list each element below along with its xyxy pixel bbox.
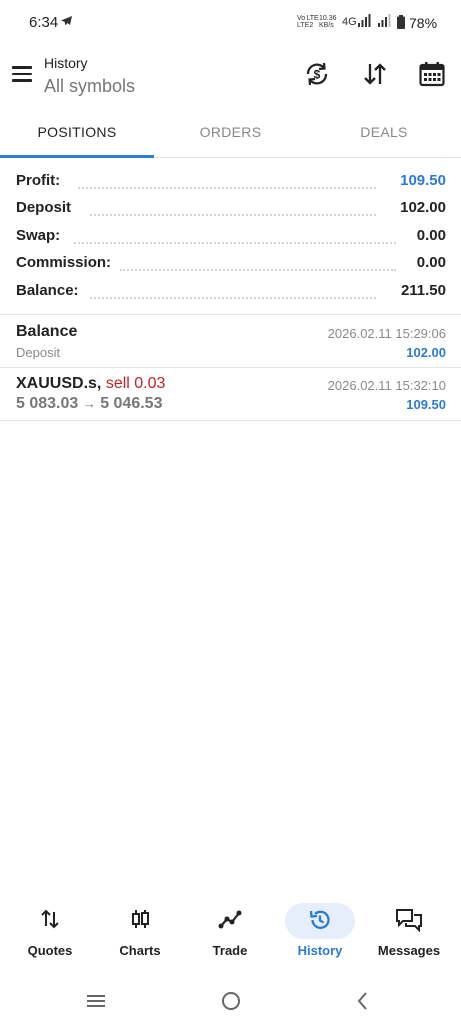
record-symbol: XAUUSD.s,	[16, 375, 102, 392]
quotes-arrows-icon	[41, 909, 59, 929]
status-time: 6:34	[29, 14, 59, 31]
battery-icon	[397, 15, 405, 34]
summary-deposit: Deposit 102.00	[16, 199, 446, 221]
data-rate: 10.36 KB/s	[319, 15, 337, 29]
summary-value: 109.50	[400, 172, 446, 189]
page-title: History	[44, 55, 88, 71]
tab-orders[interactable]: ORDERS	[154, 124, 307, 156]
recent-apps-icon	[87, 995, 105, 1007]
signal-icon	[358, 14, 372, 32]
record-datetime: 2026.02.11 15:29:06	[327, 326, 446, 341]
nav-label: Quotes	[27, 943, 73, 958]
history-record-deposit[interactable]: Balance Deposit 2026.02.11 15:29:06 102.…	[0, 315, 461, 367]
record-symbol-line: XAUUSD.s, sell 0.03	[16, 375, 165, 393]
tab-positions[interactable]: POSITIONS	[0, 124, 154, 156]
candlestick-icon	[132, 910, 149, 928]
network-type: 4G	[342, 16, 357, 28]
menu-button[interactable]	[12, 66, 32, 82]
currency-refresh-button[interactable]: $	[303, 60, 331, 88]
home-circle-icon	[222, 992, 240, 1010]
summary-label: Swap:	[16, 227, 61, 244]
summary-value: 0.00	[416, 227, 446, 244]
open-price: 5 083.03	[16, 395, 79, 412]
history-clock-icon	[309, 910, 330, 929]
svg-text:$: $	[314, 68, 321, 82]
summary-value: 211.50	[400, 282, 446, 299]
back-button[interactable]	[353, 988, 373, 1014]
nav-history[interactable]: History	[280, 900, 360, 970]
summary-label: Deposit	[16, 199, 72, 216]
summary-balance: Balance: 211.50	[16, 282, 446, 304]
nav-label: History	[297, 943, 343, 958]
telegram-icon	[60, 14, 73, 32]
nav-label: Charts	[119, 943, 161, 958]
record-datetime: 2026.02.11 15:32:10	[327, 378, 446, 393]
home-button[interactable]	[219, 988, 243, 1014]
record-amount: 109.50	[406, 397, 446, 412]
summary-label: Commission:	[16, 254, 112, 271]
summary-label: Profit:	[16, 172, 61, 189]
calendar-icon	[419, 62, 445, 87]
close-price: 5 046.53	[100, 395, 163, 412]
symbol-filter[interactable]: All symbols	[44, 76, 135, 97]
summary-value: 102.00	[400, 199, 446, 216]
summary-profit: Profit: 109.50	[16, 172, 446, 194]
nav-label: Messages	[377, 943, 441, 958]
record-title: Balance	[16, 323, 78, 340]
nav-charts[interactable]: Charts	[100, 900, 180, 970]
sort-icon	[364, 63, 386, 85]
sort-button[interactable]	[361, 60, 389, 88]
price-arrow: →	[82, 396, 96, 411]
summary-swap: Swap: 0.00	[16, 227, 446, 249]
divider	[0, 420, 461, 421]
record-side: sell 0.03	[105, 375, 166, 392]
signal-icon	[378, 14, 392, 32]
record-subtitle: Deposit	[16, 345, 61, 360]
summary-commission: Commission: 0.00	[16, 254, 446, 276]
trade-line-icon	[218, 910, 242, 929]
messages-icon	[396, 909, 422, 932]
status-bar: 6:34 Vo LTE LTE2 10.36 KB/s 4G 78%	[0, 0, 461, 48]
currency-refresh-icon: $	[306, 62, 328, 86]
record-prices: 5 083.03 → 5 046.53	[16, 395, 162, 413]
nav-quotes[interactable]: Quotes	[10, 900, 90, 970]
tab-deals[interactable]: DEALS	[307, 124, 461, 156]
volte-indicator: Vo LTE LTE2	[297, 15, 319, 29]
summary-label: Balance:	[16, 282, 79, 299]
history-record-trade[interactable]: XAUUSD.s, sell 0.03 5 083.03 → 5 046.53 …	[0, 368, 461, 420]
battery-percent: 78%	[409, 15, 438, 31]
nav-label: Trade	[212, 943, 248, 958]
summary-value: 0.00	[416, 254, 446, 271]
recent-apps-button[interactable]	[85, 988, 111, 1014]
record-amount: 102.00	[406, 345, 446, 360]
calendar-button[interactable]	[418, 60, 446, 88]
back-chevron-icon	[357, 992, 367, 1010]
hamburger-icon	[12, 66, 32, 69]
nav-messages[interactable]: Messages	[369, 900, 449, 970]
nav-trade[interactable]: Trade	[190, 900, 270, 970]
active-tab-indicator	[0, 155, 154, 158]
